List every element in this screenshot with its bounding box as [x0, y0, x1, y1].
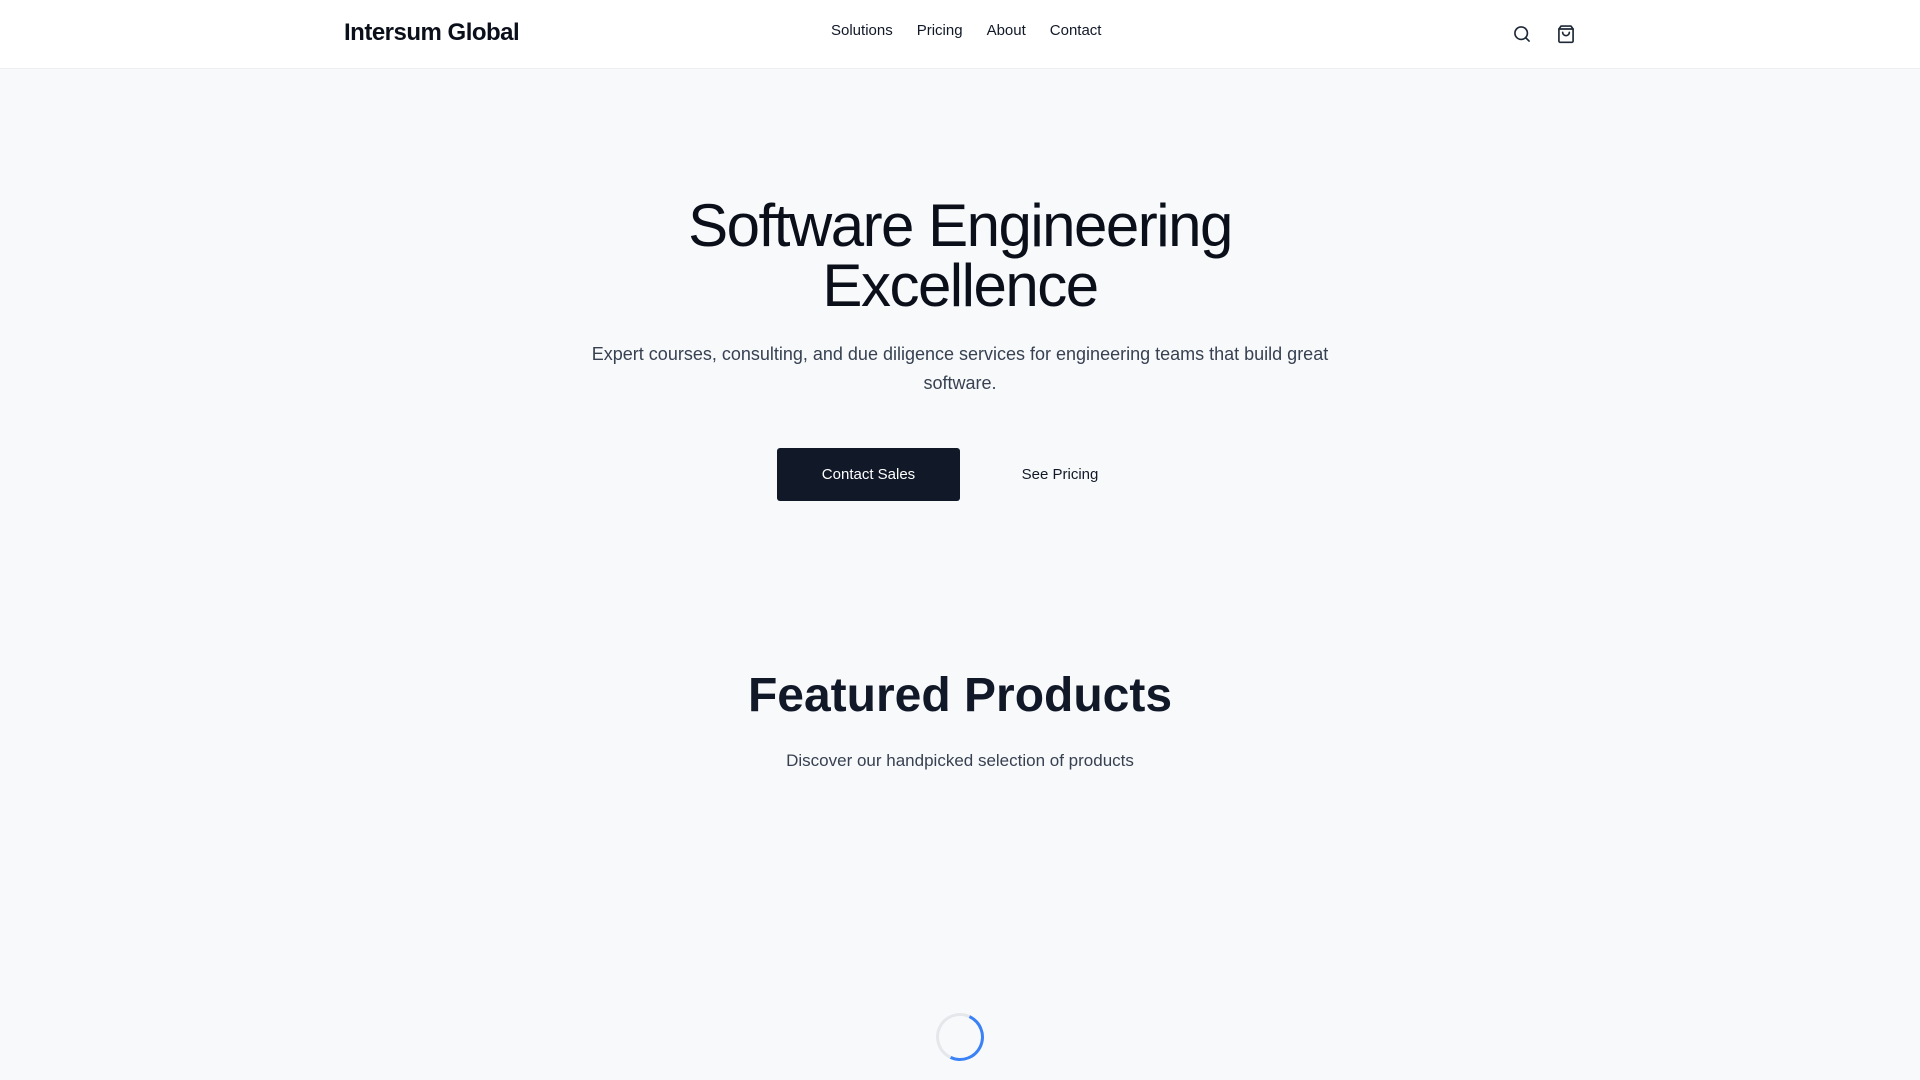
main-nav: Solutions Pricing About Contact [831, 22, 1101, 40]
nav-link-about[interactable]: About [987, 22, 1026, 40]
nav-link-pricing[interactable]: Pricing [917, 22, 963, 40]
site-header: Intersum Global Solutions Pricing About … [0, 0, 1920, 69]
nav-link-contact[interactable]: Contact [1050, 22, 1102, 40]
cart-button[interactable] [1555, 23, 1577, 45]
search-icon [1514, 26, 1530, 42]
hero-title: Software Engineering Excellence [560, 196, 1360, 316]
loading-spinner-icon [929, 1006, 991, 1068]
featured-products-subtitle: Discover our handpicked selection of pro… [786, 751, 1134, 770]
header-actions [1511, 23, 1577, 45]
search-button[interactable] [1511, 23, 1533, 45]
see-pricing-button[interactable]: See Pricing [990, 448, 1130, 501]
shopping-bag-icon [1558, 25, 1574, 44]
featured-products-heading: Featured Products [747, 669, 1173, 722]
nav-link-solutions[interactable]: Solutions [831, 22, 893, 40]
contact-sales-button[interactable]: Contact Sales [777, 448, 960, 501]
site-logo[interactable]: Intersum Global [344, 19, 520, 47]
hero-title-line1: Software Engineering [688, 192, 1233, 259]
hero-subtitle: Expert courses, consulting, and due dili… [591, 344, 1329, 393]
hero-title-line2: Excellence [822, 252, 1099, 319]
